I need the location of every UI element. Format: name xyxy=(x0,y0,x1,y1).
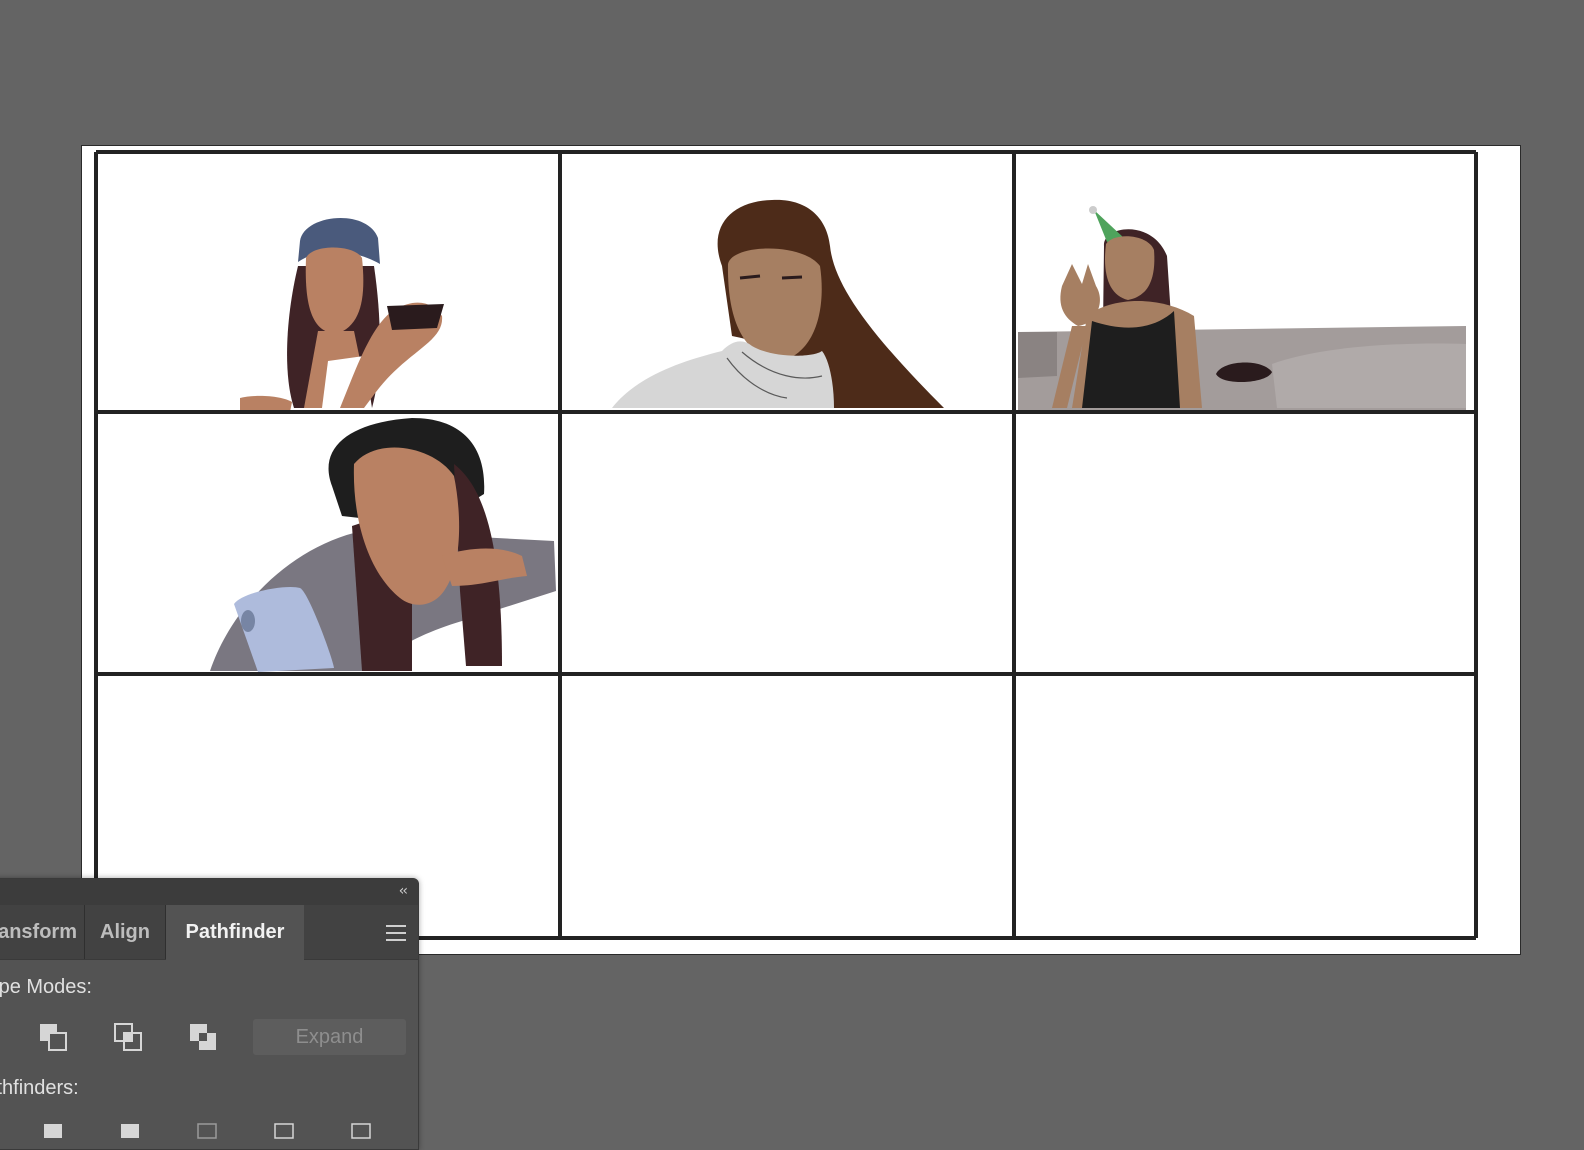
phone-camera xyxy=(241,610,255,632)
trim-button[interactable] xyxy=(115,1122,145,1149)
divide-button[interactable] xyxy=(38,1122,68,1149)
tab-pathfinder[interactable]: Pathfinder xyxy=(166,905,304,960)
zoom-grid-artwork xyxy=(94,150,1478,940)
crop-button[interactable] xyxy=(269,1122,299,1149)
double-chevron-left-icon[interactable]: ‹‹ xyxy=(399,883,408,899)
expand-button[interactable]: Expand xyxy=(253,1019,406,1055)
intersect-button[interactable] xyxy=(113,1022,143,1052)
artboard[interactable] xyxy=(82,146,1520,954)
intersect-icon xyxy=(114,1023,142,1051)
merge-icon xyxy=(197,1123,217,1139)
tab-align[interactable]: Align xyxy=(85,905,165,959)
tab-transform[interactable]: Transform xyxy=(0,905,83,959)
cell-person-party-hat[interactable] xyxy=(1018,206,1466,410)
minus-front-button[interactable] xyxy=(38,1022,68,1052)
panel-title-bar[interactable]: ‹‹ xyxy=(0,879,418,905)
couch-arm-shape xyxy=(1018,332,1057,378)
minus-front-icon xyxy=(40,1024,67,1051)
merge-button[interactable] xyxy=(192,1122,222,1149)
panel-tab-bar: Transform Align Pathfinder xyxy=(0,905,418,960)
peace-hand-shape xyxy=(1060,264,1100,326)
cell-person-cap-drinking[interactable] xyxy=(240,217,444,412)
cell-person-phone[interactable] xyxy=(210,418,556,672)
party-hat-pompom xyxy=(1089,206,1097,214)
shape-modes-label: Shape Modes: xyxy=(0,976,92,998)
trim-icon xyxy=(121,1124,139,1138)
exclude-button[interactable] xyxy=(188,1022,218,1052)
outline-button[interactable] xyxy=(346,1122,376,1149)
outline-icon xyxy=(351,1123,371,1139)
cell-person-hoodie[interactable] xyxy=(612,199,944,408)
hamburger-menu-icon[interactable] xyxy=(386,925,406,941)
cup-shape xyxy=(387,304,444,330)
arm-shape xyxy=(240,395,292,412)
divide-icon xyxy=(44,1124,62,1138)
pathfinder-panel[interactable]: ‹‹ Transform Align Pathfinder Shape Mode… xyxy=(0,878,419,1150)
crop-icon xyxy=(274,1123,294,1139)
exclude-icon xyxy=(190,1024,216,1050)
pathfinders-label: Pathfinders: xyxy=(0,1077,79,1099)
